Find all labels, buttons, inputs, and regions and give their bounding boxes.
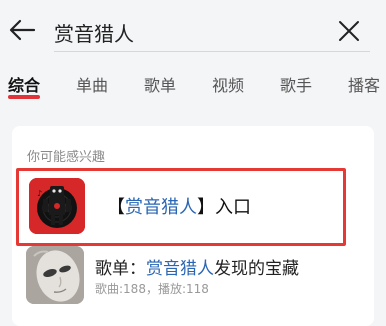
search-input[interactable]	[54, 14, 324, 50]
search-underline	[54, 51, 370, 52]
clear-icon[interactable]	[338, 20, 360, 42]
section-label: 你可能感兴趣	[27, 150, 106, 165]
tab-comprehensive[interactable]: 综合	[8, 72, 40, 96]
suggestion-card: 你可能感兴趣 ♪ 【赏音猎人】入口 歌单：赏音猎人发现的宝藏 歌曲:188，播放…	[12, 126, 374, 326]
search-header	[0, 0, 386, 56]
playlist-meta: 歌曲:188，播放:118	[95, 282, 209, 296]
entry-title-highlight: 赏音猎人	[125, 197, 197, 218]
category-tabs: 综合 单曲 歌单 视频 歌手 播客	[0, 68, 386, 102]
tab-videos[interactable]: 视频	[212, 72, 244, 96]
tab-songs[interactable]: 单曲	[76, 72, 108, 96]
entry-row[interactable]: ♪ 【赏音猎人】入口	[16, 168, 346, 246]
back-arrow-icon[interactable]	[8, 18, 36, 42]
playlist-row[interactable]: 歌单：赏音猎人发现的宝藏 歌曲:188，播放:118	[12, 244, 374, 306]
entry-title: 【赏音猎人】入口	[107, 197, 251, 218]
svg-text:♪: ♪	[37, 189, 42, 198]
tab-playlists[interactable]: 歌单	[144, 72, 176, 96]
entry-cover-image: ♪	[29, 178, 85, 234]
active-tab-indicator	[8, 95, 40, 99]
mask-icon	[26, 246, 84, 304]
tab-podcasts[interactable]: 播客	[348, 72, 380, 96]
tab-artists[interactable]: 歌手	[280, 72, 312, 96]
playlist-cover-image	[26, 246, 84, 304]
playlist-title-highlight: 赏音猎人	[146, 259, 214, 279]
vinyl-robot-icon: ♪	[29, 178, 85, 234]
playlist-title: 歌单：赏音猎人发现的宝藏	[95, 259, 299, 279]
